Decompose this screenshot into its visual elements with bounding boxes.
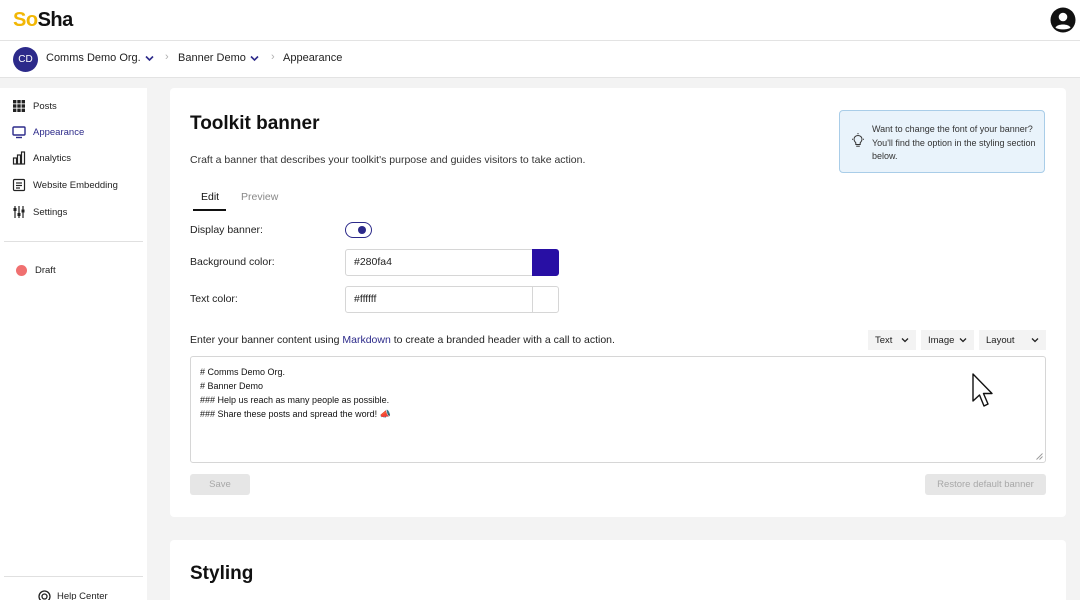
sidebar-item-label: Settings [33, 206, 68, 218]
sidebar-item-label: Appearance [33, 126, 85, 138]
background-color-swatch[interactable] [532, 249, 559, 276]
help-center-link[interactable]: Help Center [38, 590, 108, 600]
sosha-logo[interactable]: SoSha [13, 9, 73, 32]
markdown-hint-text: to create a branded header with a call t… [390, 334, 615, 346]
restore-default-banner-button[interactable]: Restore default banner [925, 474, 1046, 495]
account-circle-icon[interactable] [1050, 7, 1076, 33]
breadcrumb-page: Appearance [283, 52, 343, 64]
resize-handle-icon[interactable] [1036, 453, 1043, 460]
chevron-down-icon [959, 338, 967, 343]
breadcrumb-project[interactable]: Banner Demo [178, 52, 246, 64]
sidebar-item-label: Website Embedding [33, 179, 118, 191]
active-tab-indicator [193, 209, 226, 211]
toggle-knob [358, 225, 366, 234]
avatar[interactable]: CD [13, 47, 38, 72]
layout-menu-button[interactable]: Layout [979, 330, 1046, 350]
monitor-icon [12, 126, 26, 139]
editor-line: # Comms Demo Org. [200, 367, 286, 377]
sidebar-item-label: Posts [33, 100, 57, 112]
sidebar-item-appearance[interactable]: Appearance [12, 124, 84, 140]
tab-edit[interactable]: Edit [201, 191, 219, 203]
status-dot [16, 265, 27, 276]
breadcrumb-separator-icon: › [165, 51, 169, 63]
editor-line: ### Help us reach as many people as poss… [200, 395, 390, 405]
sidebar-item-analytics[interactable]: Analytics [12, 150, 71, 166]
sidebar-divider [4, 576, 143, 577]
text-color-input[interactable]: #ffffff [345, 286, 533, 313]
sidebar: Posts Appearance Analytics Website Embed… [0, 88, 147, 600]
sidebar-item-label: Analytics [33, 152, 72, 164]
bar-chart-icon [12, 151, 26, 165]
font-tip-callout: Want to change the font of your banner? … [839, 110, 1045, 173]
text-color-swatch[interactable] [532, 286, 559, 313]
markdown-hint: Enter your banner content using Markdown… [190, 334, 615, 346]
chevron-down-icon [901, 338, 909, 343]
breadcrumb-separator-icon: › [271, 51, 275, 63]
grid-icon [13, 100, 25, 112]
editor-line: ### Share these posts and spread the wor… [200, 409, 391, 419]
embed-icon [12, 178, 26, 192]
chevron-down-icon[interactable] [145, 55, 154, 62]
mouse-cursor-icon [972, 373, 993, 407]
breadcrumb: CD Comms Demo Org. › Banner Demo › Appea… [0, 41, 1080, 78]
sliders-icon [13, 206, 25, 218]
breadcrumb-org[interactable]: Comms Demo Org. [46, 52, 141, 64]
toolkit-banner-card: Toolkit banner Craft a banner that descr… [170, 88, 1066, 517]
image-menu-label: Image [928, 334, 955, 346]
page-title: Toolkit banner [190, 113, 320, 134]
top-bar: SoSha [0, 0, 1080, 41]
display-banner-label: Display banner: [190, 224, 263, 236]
image-menu-button[interactable]: Image [921, 330, 974, 350]
lifebuoy-icon [38, 590, 51, 600]
logo-letter-s: S [13, 9, 26, 31]
chevron-down-icon [1031, 338, 1039, 343]
section-title: Styling [190, 563, 254, 584]
sidebar-item-website-embedding[interactable]: Website Embedding [12, 177, 118, 193]
text-menu-button[interactable]: Text [868, 330, 916, 350]
background-color-input[interactable]: #280fa4 [345, 249, 533, 276]
logo-text-sha: Sha [37, 9, 74, 31]
sidebar-divider [4, 241, 143, 242]
text-menu-label: Text [875, 334, 893, 346]
save-button[interactable]: Save [190, 474, 250, 495]
text-color-label: Text color: [190, 293, 238, 305]
tab-preview[interactable]: Preview [241, 191, 278, 203]
markdown-hint-text: Enter your banner content using [190, 334, 343, 346]
sidebar-item-settings[interactable]: Settings [12, 204, 67, 220]
lightbulb-icon [852, 133, 864, 147]
styling-card: Styling [170, 540, 1066, 600]
help-center-label: Help Center [57, 591, 108, 600]
chevron-down-icon[interactable] [250, 55, 259, 62]
status-label: Draft [35, 265, 56, 276]
banner-content-editor[interactable]: # Comms Demo Org. # Banner Demo ### Help… [190, 356, 1046, 463]
markdown-link[interactable]: Markdown [342, 334, 390, 346]
tip-text: Want to change the font of your banner? … [872, 124, 1036, 161]
editor-line: # Banner Demo [200, 381, 264, 391]
logo-letter-o: o [25, 9, 38, 31]
background-color-label: Background color: [190, 256, 275, 268]
layout-menu-label: Layout [986, 334, 1015, 346]
sidebar-item-posts[interactable]: Posts [12, 98, 57, 114]
card-description: Craft a banner that describes your toolk… [190, 154, 586, 166]
display-banner-toggle[interactable] [345, 222, 372, 238]
